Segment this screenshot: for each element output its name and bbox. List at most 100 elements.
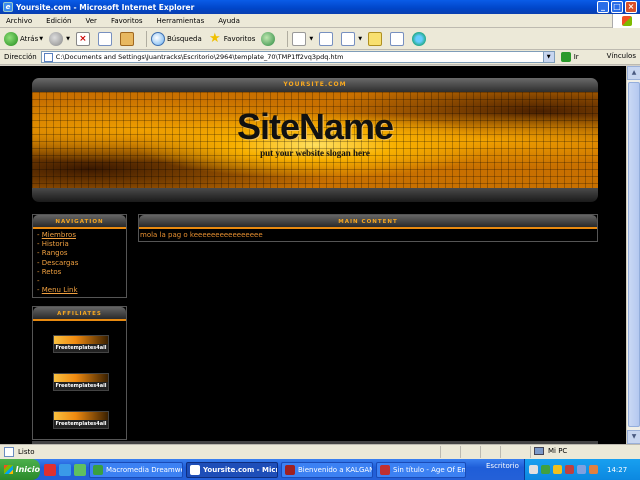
- task-yoursite[interactable]: Yoursite.com - Micr...: [186, 461, 278, 478]
- task-kalgan[interactable]: Bienvenido a KALGAN,...: [281, 461, 373, 478]
- main-content-text: mola la pag o keeeeeeeeeeeeeeee: [140, 231, 263, 239]
- address-input[interactable]: C:\Documents and Settings\Juantracks\Esc…: [40, 51, 555, 63]
- word-icon: [341, 31, 356, 46]
- scroll-down-icon[interactable]: ▼: [627, 430, 640, 444]
- go-button[interactable]: Ir: [560, 52, 579, 62]
- system-tray: 14:27: [524, 459, 640, 480]
- edit-button[interactable]: ▼: [341, 31, 362, 46]
- windows-logo-icon: [612, 14, 640, 28]
- start-label: Inicio: [15, 465, 40, 474]
- stop-button[interactable]: ×: [75, 31, 92, 46]
- site-header-label: YOURSITE.COM: [32, 78, 598, 92]
- page-status-icon: [4, 447, 14, 457]
- scroll-up-icon[interactable]: ▲: [627, 66, 640, 80]
- note-icon: [368, 31, 383, 46]
- nav-item-miembros[interactable]: - Miembros: [37, 231, 126, 240]
- menu-ver[interactable]: Ver: [86, 17, 97, 25]
- forward-arrow-icon: [49, 31, 64, 46]
- browser-task-icon: [285, 464, 295, 475]
- volume-icon[interactable]: [577, 465, 586, 474]
- messenger-button[interactable]: [412, 31, 428, 46]
- nav-link-miembros[interactable]: Miembros: [42, 231, 76, 239]
- window-title: Yoursite.com - Microsoft Internet Explor…: [16, 2, 195, 12]
- nav-item-historia[interactable]: - Historia: [37, 240, 126, 249]
- tray-icon[interactable]: [589, 465, 598, 474]
- paint-icon: [380, 464, 390, 475]
- main-content-box: MAIN CONTENT mola la pag o keeeeeeeeeeee…: [138, 214, 598, 242]
- task-age-of-empires[interactable]: Sin título - Age Of Em...: [376, 461, 466, 478]
- address-bar: Dirección C:\Documents and Settings\Juan…: [0, 50, 640, 65]
- tray-icon[interactable]: [565, 465, 574, 474]
- mail-button[interactable]: ▼: [292, 31, 313, 46]
- back-button[interactable]: Atrás ▼: [4, 31, 43, 46]
- links-button[interactable]: Vínculos: [607, 52, 636, 60]
- minimize-button[interactable]: _: [597, 1, 609, 13]
- site-name: SiteName: [236, 106, 394, 147]
- nav-item-rangos[interactable]: - Rangos: [37, 249, 126, 258]
- navigation-box: NAVIGATION - Miembros - Historia - Rango…: [32, 214, 127, 298]
- tray-icon[interactable]: [541, 465, 550, 474]
- title-bar: e Yoursite.com - Microsoft Internet Expl…: [0, 0, 640, 14]
- affiliate-banner[interactable]: Freetemplates4all: [53, 335, 109, 353]
- ie-icon: e: [3, 2, 13, 12]
- page-icon: [43, 53, 53, 62]
- toolbar: Atrás ▼ ▼ × Búsqueda ★ Favoritos ▼ ▼: [0, 28, 640, 50]
- nav-item-descargas[interactable]: - Descargas: [37, 259, 126, 268]
- status-text: Listo: [18, 448, 35, 456]
- computer-icon: [534, 447, 544, 455]
- site-banner: SiteName put your website slogan here: [32, 92, 598, 188]
- scroll-thumb[interactable]: [628, 82, 640, 427]
- address-dropdown-icon[interactable]: ▼: [542, 52, 554, 62]
- print-icon: [319, 31, 334, 46]
- discuss-button[interactable]: [368, 31, 384, 46]
- star-icon: ★: [208, 30, 221, 46]
- go-label: Ir: [573, 53, 579, 61]
- forward-button[interactable]: ▼: [49, 31, 70, 46]
- task-dreamweaver[interactable]: Macromedia Dreamwe...: [89, 461, 183, 478]
- navigation-title: NAVIGATION: [33, 215, 126, 229]
- tray-icon[interactable]: [529, 465, 538, 474]
- messenger-icon: [412, 31, 427, 46]
- ie-task-icon: [190, 464, 200, 475]
- affiliate-banner[interactable]: Freetemplates4all: [53, 373, 109, 391]
- taskbar: Inicio Macromedia Dreamwe... Yoursite.co…: [0, 459, 640, 480]
- windows-flag-icon: [4, 465, 13, 474]
- home-button[interactable]: [119, 31, 136, 46]
- menu-ayuda[interactable]: Ayuda: [218, 17, 240, 25]
- refresh-button[interactable]: [97, 31, 114, 46]
- nav-item-retos[interactable]: - Retos: [37, 268, 126, 277]
- close-button[interactable]: ×: [625, 1, 637, 13]
- nav-item-empty: -: [37, 277, 40, 286]
- affiliate-banner[interactable]: Freetemplates4all: [53, 411, 109, 429]
- zone-label: Mi PC: [548, 447, 568, 455]
- print-button[interactable]: [319, 31, 335, 46]
- opera-icon[interactable]: [44, 463, 56, 476]
- ie-quicklaunch-icon[interactable]: [59, 463, 71, 476]
- stop-icon: ×: [75, 31, 90, 46]
- media-icon[interactable]: [74, 463, 86, 476]
- desktop-toolbar[interactable]: Escritorio: [486, 462, 519, 470]
- tray-icon[interactable]: [553, 465, 562, 474]
- address-value: C:\Documents and Settings\Juantracks\Esc…: [55, 53, 344, 61]
- security-zone: Mi PC: [534, 447, 567, 455]
- banner-bottom-bar: [32, 188, 598, 202]
- home-icon: [119, 31, 134, 46]
- vertical-scrollbar[interactable]: ▲ ▼: [626, 66, 640, 444]
- back-label: Atrás: [20, 34, 39, 43]
- menu-archivo[interactable]: Archivo: [6, 17, 32, 25]
- history-button[interactable]: [261, 31, 277, 46]
- menu-edicion[interactable]: Edición: [46, 17, 71, 25]
- maximize-button[interactable]: □: [611, 1, 623, 13]
- status-bar: Listo Mi PC: [0, 444, 640, 459]
- nav-link-menu-link[interactable]: Menu Link: [42, 286, 78, 294]
- favorites-button[interactable]: ★ Favoritos: [208, 30, 255, 46]
- menu-herramientas[interactable]: Herramientas: [157, 17, 205, 25]
- menu-favoritos[interactable]: Favoritos: [111, 17, 143, 25]
- start-button[interactable]: Inicio: [0, 459, 40, 480]
- search-button[interactable]: Búsqueda: [150, 31, 202, 46]
- research-button[interactable]: [390, 31, 406, 46]
- nav-item-menu-link[interactable]: - Menu Link: [37, 286, 126, 295]
- back-arrow-icon: [4, 31, 18, 46]
- dreamweaver-icon: [93, 464, 103, 475]
- clock: 14:27: [607, 465, 628, 474]
